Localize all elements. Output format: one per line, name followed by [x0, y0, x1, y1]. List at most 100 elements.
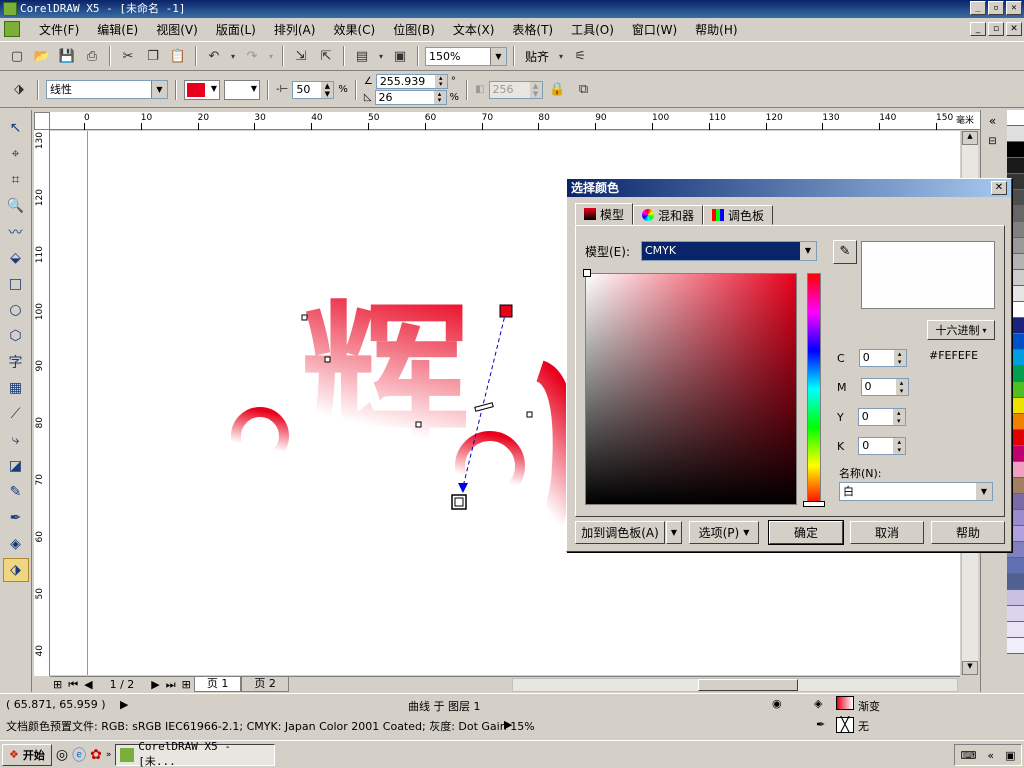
crop-tool-icon[interactable]: ⌗	[3, 168, 29, 192]
add-to-palette-button[interactable]: 加到调色板(A)	[575, 521, 665, 544]
chevron-down-icon[interactable]: ▼	[151, 81, 167, 98]
connector-tool-icon[interactable]: ⤷	[3, 428, 29, 452]
add-to-palette-dropdown[interactable]: ▼	[666, 521, 682, 544]
fill-type-dropdown[interactable]: 线性 ▼	[46, 80, 168, 99]
menu-layout[interactable]: 版面(L)	[207, 21, 265, 38]
snap-to-label[interactable]: 贴齐	[521, 48, 553, 65]
ruler-origin[interactable]	[34, 112, 50, 130]
page-tab-2[interactable]: 页 2	[241, 677, 289, 692]
palette-swatch[interactable]	[1007, 590, 1024, 606]
edge-pad-input[interactable]: 26 ▴ ▾	[374, 90, 447, 105]
vertical-ruler[interactable]: 130 120 110 100 90 80 70 60 50 40	[34, 130, 50, 676]
menu-table[interactable]: 表格(T)	[503, 21, 562, 38]
tab-palettes[interactable]: 调色板	[703, 205, 774, 225]
color-field-marker[interactable]	[583, 269, 591, 277]
chevron-down-icon[interactable]: ▼	[490, 47, 506, 65]
tab-mixers[interactable]: 混和器	[633, 205, 704, 225]
new-document-icon[interactable]: ▢	[6, 45, 28, 67]
blend-tool-icon[interactable]: ◪	[3, 454, 29, 478]
y-input[interactable]: 0 ▴ ▾	[857, 408, 906, 426]
c-input[interactable]: 0 ▴ ▾	[858, 349, 907, 367]
palette-swatch[interactable]	[1007, 606, 1024, 622]
horizontal-ruler[interactable]: 0 10 20 30 40 50 60 70 80 90 100 110 120 130 140 150 毫米	[50, 112, 980, 130]
palette-swatch[interactable]	[1007, 638, 1024, 654]
menu-text[interactable]: 文本(X)	[444, 21, 504, 38]
menu-edit[interactable]: 编辑(E)	[88, 21, 147, 38]
zoom-tool-icon[interactable]: 🔍	[3, 194, 29, 218]
selection-node[interactable]	[301, 314, 308, 321]
palette-swatch[interactable]	[1007, 142, 1024, 158]
options-button[interactable]: 选项(P) ▼	[689, 521, 759, 544]
spinner-icon[interactable]: ▴ ▾	[892, 409, 905, 425]
page-tab-1[interactable]: 页 1	[193, 677, 242, 692]
chrome-icon[interactable]: ◎	[56, 747, 68, 763]
lock-icon[interactable]: 🔒	[547, 79, 569, 101]
palette-swatch[interactable]	[1007, 110, 1024, 126]
spinner-icon[interactable]: ▴ ▾	[893, 350, 906, 366]
spinner-icon[interactable]: ▴ ▾	[434, 75, 447, 88]
help-button[interactable]: 帮助	[931, 521, 1005, 544]
chevron-down-icon[interactable]: ▼	[976, 483, 992, 500]
palette-swatch[interactable]	[1007, 126, 1024, 142]
tray-expand-icon[interactable]: «	[987, 749, 994, 762]
menu-arrange[interactable]: 排列(A)	[265, 21, 325, 38]
next-page-icon[interactable]: ▶	[148, 678, 162, 691]
prev-page-icon[interactable]: ◀	[81, 678, 95, 691]
docker-expand-icon[interactable]: «	[981, 114, 1004, 128]
steps-input[interactable]: 256 ▲ ▼	[488, 80, 543, 99]
open-folder-icon[interactable]: 📂	[31, 45, 53, 67]
menu-file[interactable]: 文件(F)	[30, 21, 88, 38]
menu-view[interactable]: 视图(V)	[147, 21, 207, 38]
hue-slider[interactable]	[807, 273, 821, 505]
palette-swatch[interactable]	[1007, 622, 1024, 638]
application-launcher-icon[interactable]: ▤	[351, 45, 373, 67]
menu-tools[interactable]: 工具(O)	[562, 21, 623, 38]
paste-icon[interactable]: 📋	[167, 45, 189, 67]
dimension-tool-icon[interactable]: ⟋	[3, 402, 29, 426]
hue-slider-handle[interactable]	[803, 501, 825, 507]
ie-icon[interactable]: ⓔ	[72, 745, 86, 765]
app-quicklaunch-icon[interactable]: ✿	[90, 747, 102, 763]
menu-window[interactable]: 窗口(W)	[623, 21, 686, 38]
import-icon[interactable]: ⇲	[290, 45, 312, 67]
undo-icon[interactable]: ↶	[203, 45, 225, 67]
add-page-after-icon[interactable]: ⊞	[179, 678, 194, 691]
tab-models[interactable]: 模型	[575, 203, 634, 225]
shape-tool-icon[interactable]: ⌖	[3, 142, 29, 166]
docker-tab-icon[interactable]: ⊟	[981, 136, 1004, 147]
save-icon[interactable]: 💾	[56, 45, 78, 67]
model-dropdown[interactable]: CMYK ▼	[641, 241, 817, 261]
profile-arrow-icon[interactable]: ▶	[504, 718, 512, 731]
interactive-fill-tool-icon[interactable]: ⬗	[2, 558, 29, 582]
dialog-close-button[interactable]: ✕	[991, 181, 1007, 195]
keyboard-icon[interactable]: ⌨	[960, 749, 976, 762]
selection-node[interactable]	[526, 411, 533, 418]
freehand-tool-icon[interactable]: 〰	[3, 220, 29, 244]
copy-icon[interactable]: ❐	[142, 45, 164, 67]
scroll-up-icon[interactable]: ▲	[962, 131, 978, 145]
gradient-end-handle[interactable]	[451, 494, 467, 510]
scroll-thumb[interactable]	[698, 679, 798, 691]
maximize-button[interactable]: ▫	[988, 1, 1004, 15]
cut-icon[interactable]: ✂	[117, 45, 139, 67]
undo-dropdown-icon[interactable]: ▾	[228, 45, 238, 67]
outline-none-icon[interactable]: ╳	[836, 717, 854, 733]
spinner-icon[interactable]: ▲ ▼	[529, 81, 542, 98]
export-icon[interactable]: ⇱	[315, 45, 337, 67]
cancel-button[interactable]: 取消	[850, 521, 924, 544]
hex-mode-dropdown[interactable]: 十六进制 ▾	[927, 320, 995, 340]
launcher-dropdown-icon[interactable]: ▾	[376, 45, 386, 67]
doc-minimize-button[interactable]: _	[970, 22, 986, 36]
zoom-levels-dropdown[interactable]: 150% ▼	[425, 46, 507, 66]
selection-node[interactable]	[324, 356, 331, 363]
start-color-dropdown[interactable]: ▼	[184, 79, 220, 100]
palette-swatch[interactable]	[1007, 158, 1024, 174]
redo-icon[interactable]: ↷	[241, 45, 263, 67]
print-icon[interactable]: ⎙	[81, 45, 103, 67]
midpoint-input[interactable]: 50 ▲ ▼	[292, 80, 335, 99]
table-tool-icon[interactable]: ▦	[3, 376, 29, 400]
fill-tool-icon[interactable]: ◈	[3, 532, 29, 556]
minimize-button[interactable]: _	[970, 1, 986, 15]
pick-tool-icon[interactable]: ↖	[3, 116, 29, 140]
text-tool-icon[interactable]: 字	[3, 350, 29, 374]
